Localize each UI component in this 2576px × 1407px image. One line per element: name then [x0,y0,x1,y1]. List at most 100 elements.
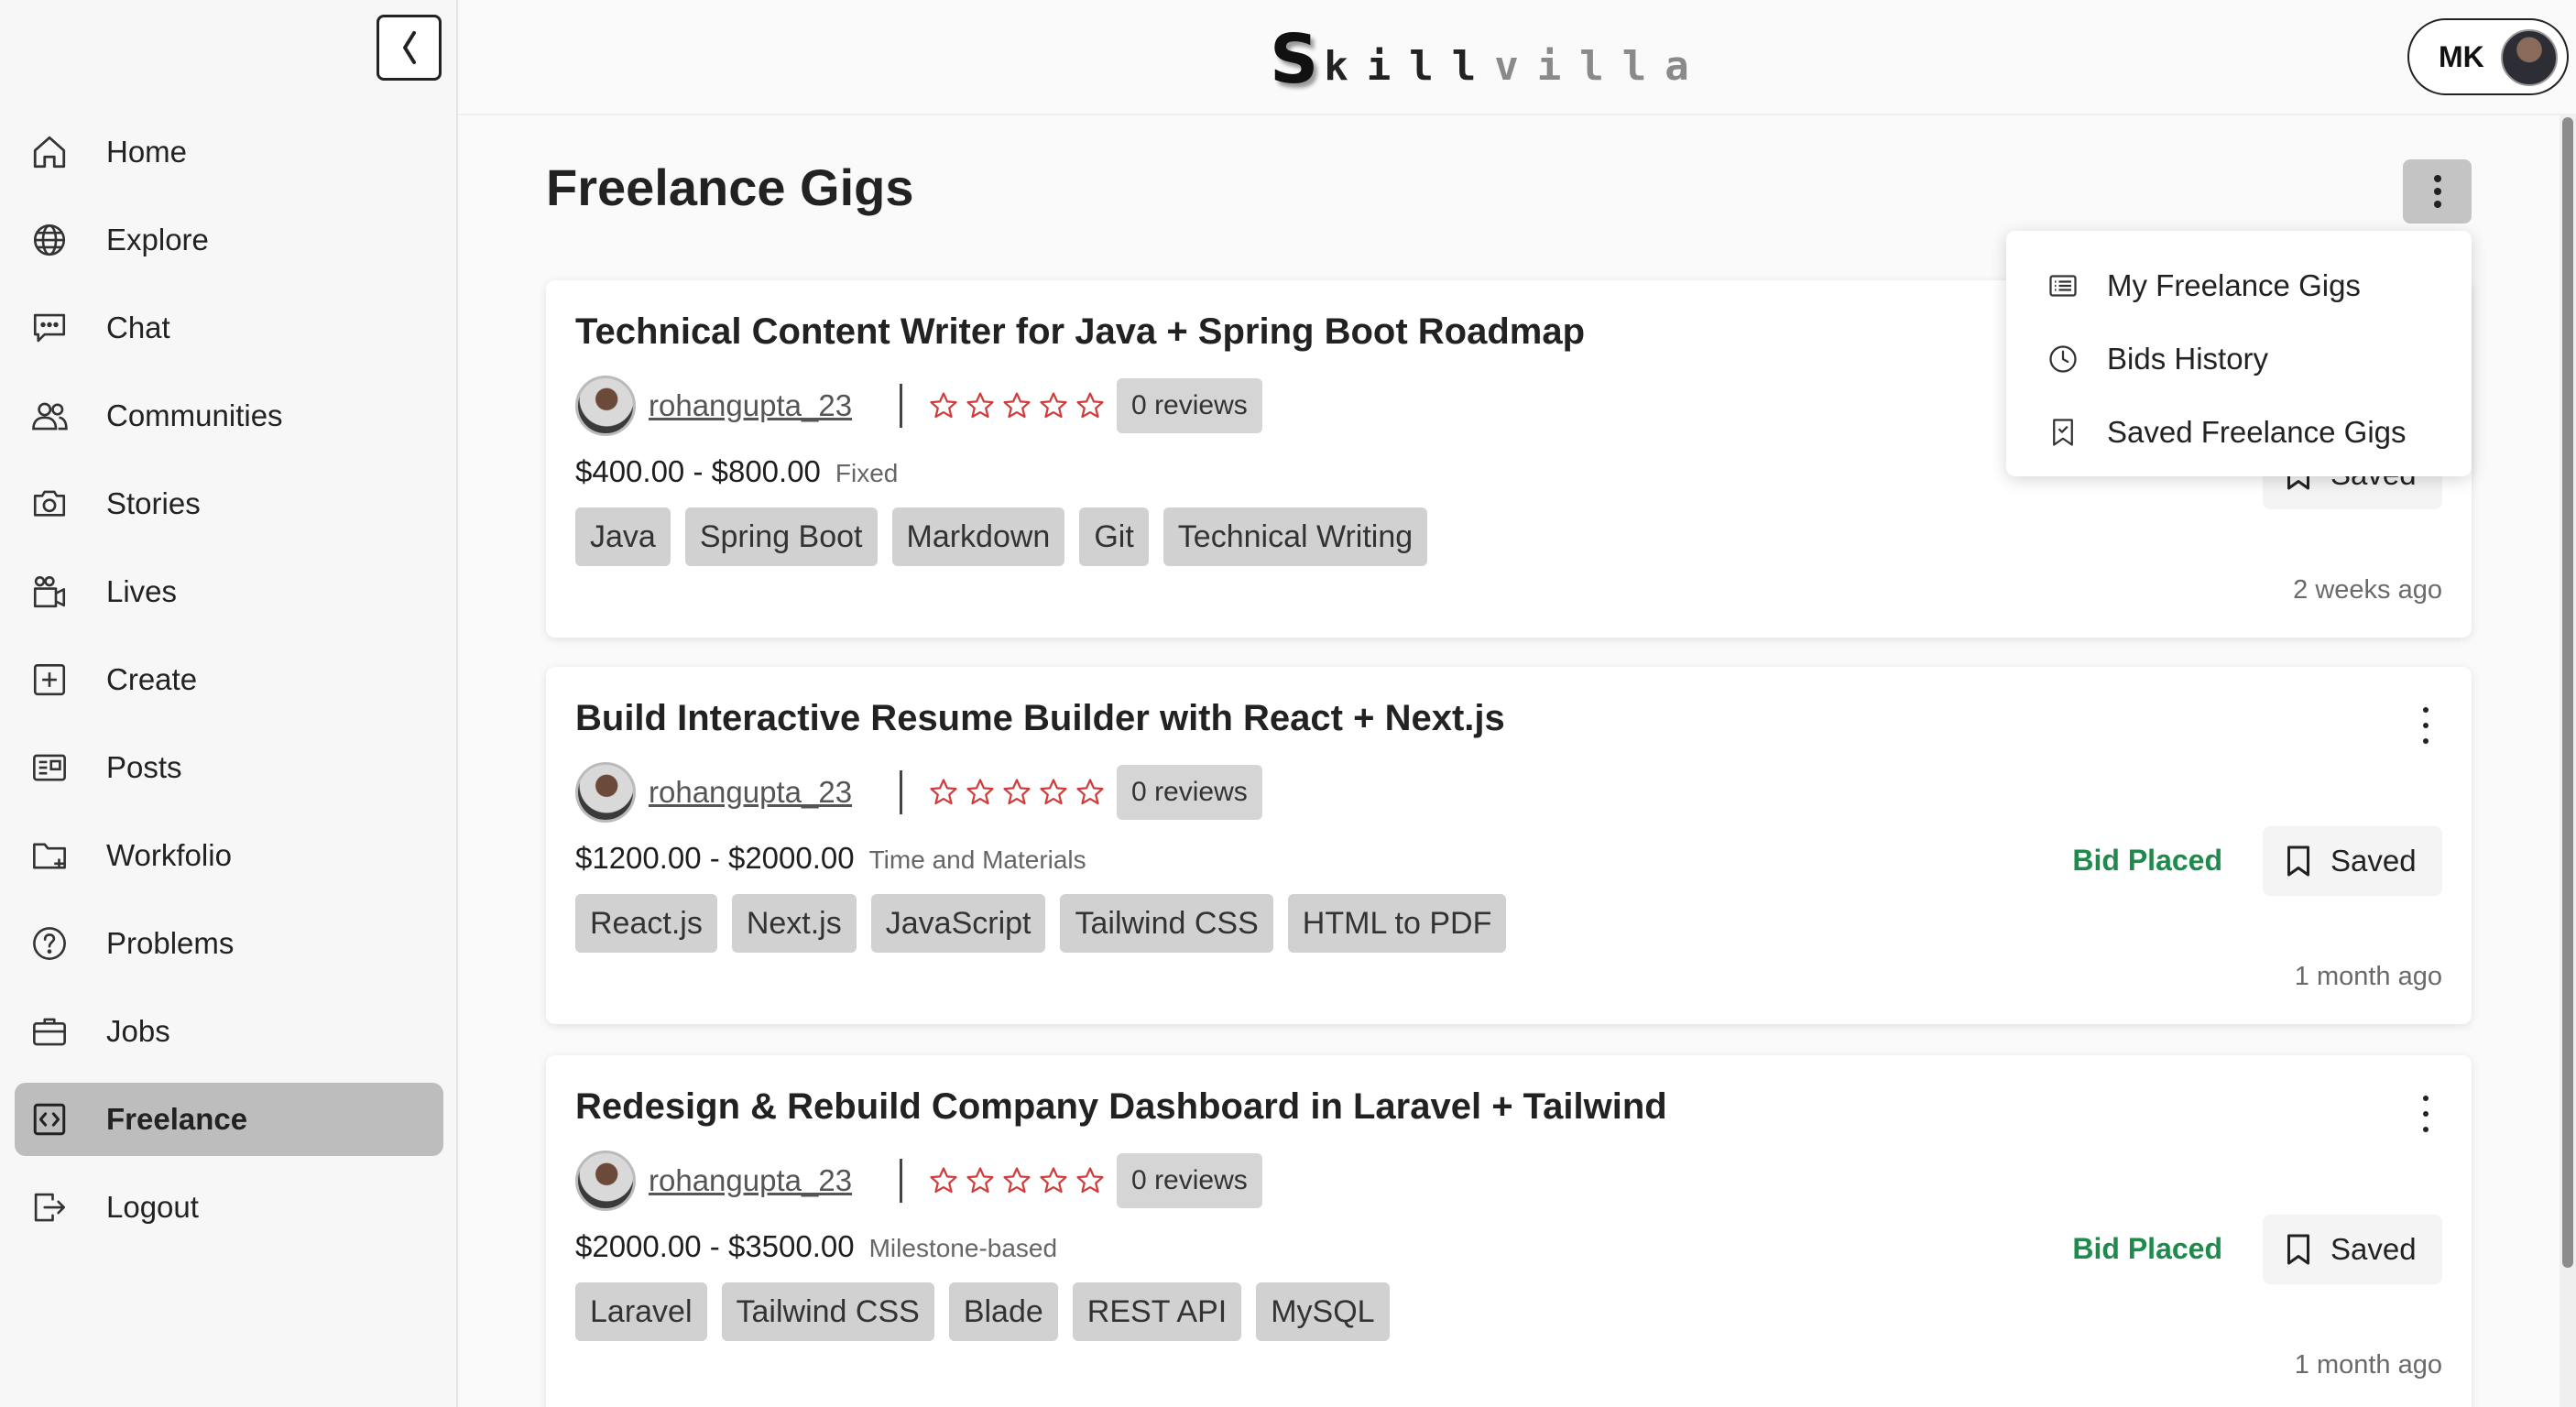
skill-tag: REST API [1072,1282,1242,1341]
user-initials: MK [2439,39,2484,73]
page-menu-button[interactable] [2403,159,2472,224]
sidebar-item-label: Logout [106,1190,199,1224]
sidebar-item-logout[interactable]: Logout [15,1171,443,1244]
sidebar-item-label: Create [106,662,198,696]
gig-title[interactable]: Build Interactive Resume Builder with Re… [575,698,1505,739]
posted-time: 1 month ago [2294,1350,2442,1380]
sidebar-item-stories[interactable]: Stories [15,467,443,540]
avatar[interactable] [575,1151,636,1211]
logout-icon [29,1187,70,1227]
avatar[interactable] [575,762,636,823]
gig-card[interactable]: Redesign & Rebuild Company Dashboard in … [546,1055,2472,1407]
chevron-left-icon [402,31,416,64]
skill-tag: React.js [575,894,717,953]
sidebar-item-label: Communities [106,398,283,432]
kebab-menu-icon [2433,175,2441,208]
menu-item-label: Bids History [2107,342,2269,376]
divider [900,384,903,428]
top-bar: S killvilla [458,0,2576,115]
price-range: $1200.00 - $2000.00 [575,841,855,875]
gig-title[interactable]: Redesign & Rebuild Company Dashboard in … [575,1086,1667,1128]
skill-tag: HTML to PDF [1287,894,1507,953]
bid-status: Bid Placed [2072,844,2222,877]
price-range: $2000.00 - $3500.00 [575,1229,855,1263]
star-outline-icon [1076,1167,1104,1194]
sidebar-item-label: Chat [106,311,170,344]
page-title: Freelance Gigs [546,158,914,216]
menu-item-bids-history[interactable]: Bids History [2006,322,2472,396]
sidebar-item-explore[interactable]: Explore [15,203,443,277]
sidebar-item-home[interactable]: Home [15,115,443,189]
sidebar-item-posts[interactable]: Posts [15,731,443,804]
sidebar-item-freelance[interactable]: Freelance [15,1083,443,1156]
skill-tag: Spring Boot [684,507,878,566]
author-row: rohangupta_23 0 reviews [575,376,1262,436]
sidebar-item-label: Posts [106,750,182,784]
sidebar-item-problems[interactable]: Problems [15,907,443,980]
sidebar-item-label: Jobs [106,1014,170,1048]
reviews-badge: 0 reviews [1117,765,1262,820]
author-row: rohangupta_23 0 reviews [575,1151,1262,1211]
code-square-icon [29,1099,70,1140]
users-icon [29,396,70,436]
bookmark-icon [2287,1234,2309,1265]
author-link[interactable]: rohangupta_23 [649,388,852,423]
collapse-sidebar-button[interactable] [377,15,442,81]
sidebar-item-label: Home [106,135,188,169]
sidebar-item-label: Explore [106,223,209,256]
scrollbar-thumb[interactable] [2562,117,2573,1268]
dot [2423,1127,2429,1132]
skill-tag: MySQL [1256,1282,1390,1341]
star-outline-icon [1076,779,1104,805]
user-profile-chip[interactable]: MK [2407,18,2569,95]
dot [2423,1096,2429,1101]
star-outline-icon [1003,392,1031,419]
sidebar-item-workfolio[interactable]: Workfolio [15,819,443,892]
rating-stars [928,777,1106,808]
rating-stars [928,390,1106,421]
logo-text: killvilla [1324,42,1707,92]
card-menu-button[interactable] [2417,707,2435,744]
sidebar-item-label: Freelance [106,1102,248,1136]
sidebar-item-jobs[interactable]: Jobs [15,995,443,1068]
price-type: Fixed [835,459,899,487]
gig-card[interactable]: Build Interactive Resume Builder with Re… [546,667,2472,1024]
avatar[interactable] [575,376,636,436]
page-menu-dropdown: My Freelance Gigs Bids History Saved Fre… [2006,231,2472,476]
sidebar-item-chat[interactable]: Chat [15,291,443,365]
skill-tag: Blade [948,1282,1058,1341]
menu-item-my-freelance-gigs[interactable]: My Freelance Gigs [2006,249,2472,322]
skill-tag: Tailwind CSS [721,1282,934,1341]
divider [900,770,903,814]
card-menu-button[interactable] [2417,1096,2435,1132]
skill-tag: Laravel [575,1282,707,1341]
clock-icon [2049,345,2077,373]
sidebar-nav: Home Explore Chat Communities Stories Li… [15,115,443,1259]
gig-title[interactable]: Technical Content Writer for Java + Spri… [575,311,1585,353]
price-type: Milestone-based [868,1234,1058,1262]
price-range: $400.00 - $800.00 [575,454,821,488]
saved-button[interactable]: Saved [2263,1215,2442,1284]
avatar [2501,29,2558,86]
sidebar-item-lives[interactable]: Lives [15,555,443,628]
sidebar-item-label: Workfolio [106,838,232,872]
star-outline-icon [930,392,957,419]
posted-time: 2 weeks ago [2293,575,2442,605]
bookmark-icon [2287,845,2309,877]
menu-item-saved-freelance-gigs[interactable]: Saved Freelance Gigs [2006,396,2472,469]
saved-button[interactable]: Saved [2263,826,2442,896]
author-link[interactable]: rohangupta_23 [649,1163,852,1198]
author-link[interactable]: rohangupta_23 [649,775,852,810]
skill-tag: Technical Writing [1162,507,1428,566]
star-outline-icon [1040,779,1067,805]
sidebar-item-label: Stories [106,486,201,520]
logo-text-light: villa [1494,43,1708,90]
plus-square-icon [29,660,70,700]
question-circle-icon [29,923,70,964]
briefcase-icon [29,1011,70,1052]
sidebar-item-create[interactable]: Create [15,643,443,716]
app-logo[interactable]: S killvilla [1270,20,1708,99]
logo-letter: S [1270,20,1319,99]
sidebar-item-communities[interactable]: Communities [15,379,443,453]
globe-icon [29,220,70,260]
